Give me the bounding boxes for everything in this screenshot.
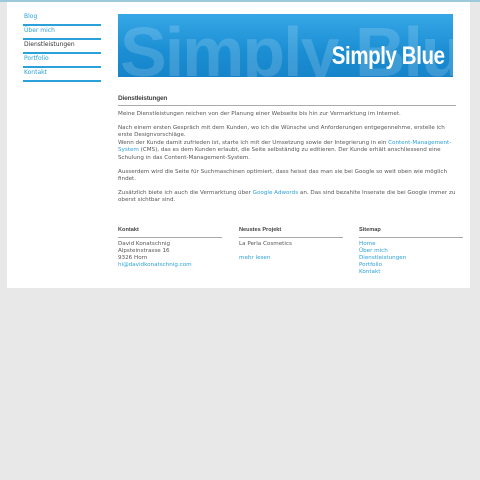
contact-email-link[interactable]: hi@davidkonatschnig.com — [118, 262, 222, 269]
main-nav: Blog Über mich Dienstleistungen Portfoli… — [23, 12, 101, 82]
sitemap-link-kontakt[interactable]: Kontakt — [359, 269, 463, 276]
contact-street: Alpsteinstrasse 16 — [118, 248, 170, 254]
project-name: La Perla Cosmetics — [239, 241, 292, 247]
process-paragraph: Nach einem ersten Gespräch mit dem Kunde… — [118, 125, 456, 163]
adwords-paragraph: Zusätzlich biete ich auch die Vermarktun… — [118, 190, 456, 205]
process-text-2: Wenn der Kunde damit zufrieden ist, star… — [118, 139, 389, 146]
sitemap-link-ueber-mich[interactable]: Über mich — [359, 248, 463, 255]
nav-item-dienstleistungen[interactable]: Dienstleistungen — [23, 40, 101, 54]
intro-paragraph: Meine Dienstleistungen reichen von der P… — [118, 111, 401, 117]
seo-paragraph: Ausserdem wird die Seite für Suchmaschin… — [118, 168, 448, 183]
page-container: Blog Über mich Dienstleistungen Portfoli… — [7, 2, 470, 288]
footer-contact: Kontakt David Konatschnig Alpsteinstrass… — [118, 227, 222, 269]
footer-sitemap: Sitemap Home Über mich Dienstleistungen … — [359, 227, 463, 276]
page-title: Dienstleistungen — [118, 95, 456, 106]
sitemap-link-portfolio[interactable]: Portfolio — [359, 262, 463, 269]
nav-item-kontakt[interactable]: Kontakt — [23, 68, 101, 82]
project-spacer — [239, 248, 343, 255]
sitemap-link-home[interactable]: Home — [359, 241, 463, 248]
footer-sitemap-heading: Sitemap — [359, 227, 463, 238]
sitemap-link-dienstleistungen[interactable]: Dienstleistungen — [359, 255, 463, 262]
adwords-link[interactable]: Google Adwords — [253, 190, 298, 196]
nav-item-blog[interactable]: Blog — [23, 12, 101, 26]
footer-project-heading: Neustes Projekt — [239, 227, 343, 238]
footer-contact-heading: Kontakt — [118, 227, 222, 238]
footer-project: Neustes Projekt La Perla Cosmetics mehr … — [239, 227, 343, 262]
contact-city: 9326 Horn — [118, 255, 148, 261]
process-text-3: (CMS), das es dem Kunden erlaubt, die Se… — [118, 147, 441, 161]
nav-item-portfolio[interactable]: Portfolio — [23, 54, 101, 68]
site-logo-title: Simply Blue — [332, 42, 445, 70]
contact-name: David Konatschnig — [118, 241, 171, 247]
read-more-link[interactable]: mehr lesen — [239, 255, 343, 262]
process-text-1: Nach einem ersten Gespräch mit dem Kunde… — [118, 124, 445, 139]
header-banner: Simply Blue Simply Blue — [118, 14, 453, 77]
main-content: Dienstleistungen Meine Dienstleistungen … — [118, 95, 456, 211]
nav-item-ueber-mich[interactable]: Über mich — [23, 26, 101, 40]
adwords-text-1: Zusätzlich biete ich auch die Vermarktun… — [118, 189, 253, 196]
